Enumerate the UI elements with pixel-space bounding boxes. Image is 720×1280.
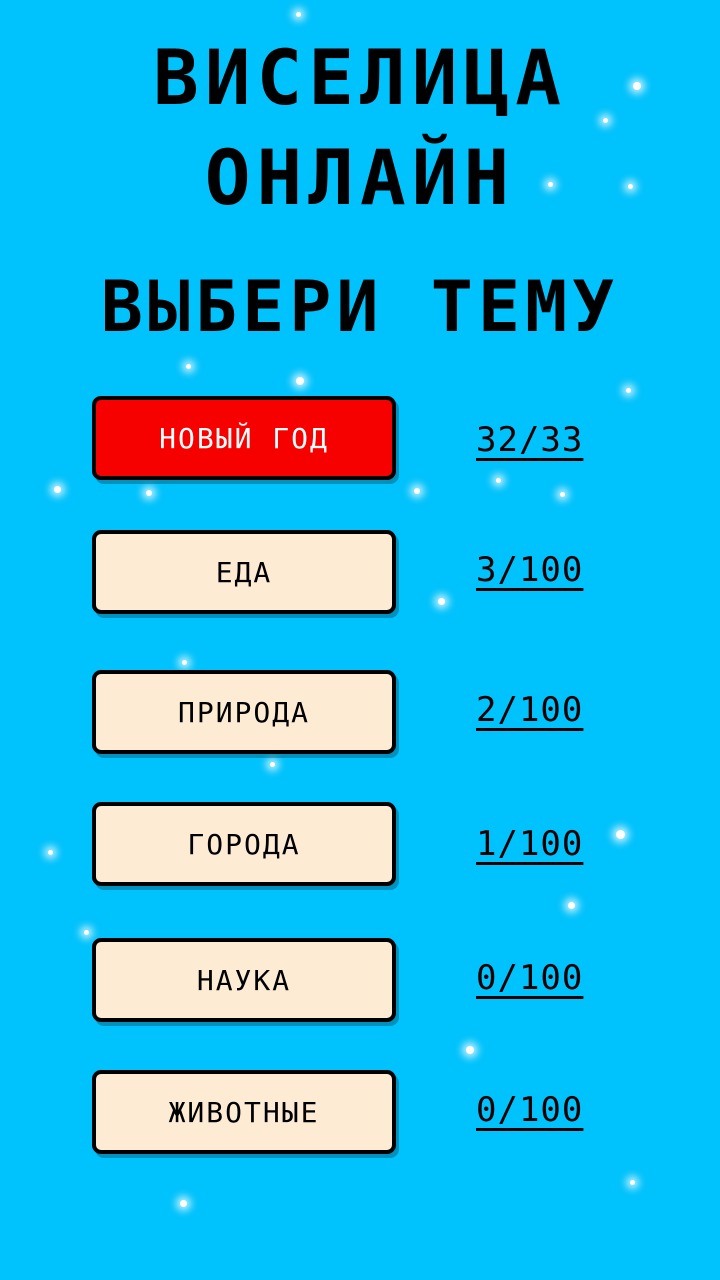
topic-button-label: НОВЫЙ ГОД	[159, 421, 329, 455]
topic-button-cities[interactable]: ГОРОДА	[92, 802, 396, 886]
snowflake	[296, 377, 304, 385]
snowflake	[603, 118, 608, 123]
choose-topic-heading: ВЫБЕРИ ТЕМУ	[100, 266, 620, 348]
topic-score-food[interactable]: 3/100	[476, 528, 600, 612]
topic-score-nature[interactable]: 2/100	[476, 668, 600, 752]
topic-button-label: ГОРОДА	[187, 827, 301, 861]
game-title-line2: ОНЛАЙН	[204, 133, 516, 222]
snowflake	[186, 364, 191, 369]
topic-button-animals[interactable]: ЖИВОТНЫЕ	[92, 1070, 396, 1154]
snowflake	[616, 830, 625, 839]
snowflake	[560, 492, 565, 497]
topic-score-animals[interactable]: 0/100	[476, 1068, 600, 1152]
snowflake	[630, 1180, 635, 1185]
topic-button-new-year[interactable]: НОВЫЙ ГОД	[92, 396, 396, 480]
snowflake	[626, 388, 631, 393]
topic-score-science[interactable]: 0/100	[476, 936, 600, 1020]
snowflake	[296, 12, 301, 17]
snowflake	[180, 1200, 187, 1207]
snowflake	[414, 488, 420, 494]
game-title: ВИСЕЛИЦА	[152, 33, 568, 122]
snowflake	[54, 486, 61, 493]
snowflake	[466, 1046, 474, 1054]
topic-button-label: ЖИВОТНЫЕ	[168, 1095, 320, 1129]
snowflake	[146, 490, 152, 496]
topic-button-science[interactable]: НАУКА	[92, 938, 396, 1022]
topic-button-nature[interactable]: ПРИРОДА	[92, 670, 396, 754]
snowflake	[84, 930, 89, 935]
topic-score-cities[interactable]: 1/100	[476, 802, 600, 886]
topic-button-label: ПРИРОДА	[177, 695, 310, 729]
snowflake	[48, 850, 53, 855]
topic-button-label: ЕДА	[215, 555, 273, 589]
topic-score-new-year[interactable]: 32/33	[476, 398, 600, 482]
snowflake	[270, 762, 275, 767]
snowflake	[182, 660, 187, 665]
topic-button-label: НАУКА	[196, 963, 292, 997]
topic-button-food[interactable]: ЕДА	[92, 530, 396, 614]
snowflake	[568, 902, 575, 909]
snowflake	[438, 598, 445, 605]
